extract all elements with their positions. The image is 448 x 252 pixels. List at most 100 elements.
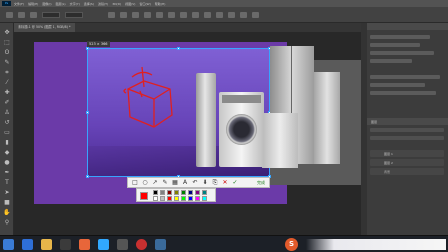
feather-input[interactable] — [42, 11, 60, 18]
color-swatch[interactable] — [195, 196, 200, 201]
property-row[interactable] — [370, 43, 420, 47]
lasso-tool-icon[interactable]: ʘ — [3, 49, 11, 56]
layer-row[interactable]: 背景 — [370, 168, 444, 175]
align-left-button[interactable] — [108, 11, 115, 18]
layer-row[interactable]: 图层 1 — [370, 150, 444, 157]
style-select[interactable] — [65, 11, 83, 18]
quick-select-tool-icon[interactable]: ✎ — [3, 59, 11, 66]
cancel-icon[interactable]: ✕ — [221, 179, 229, 187]
stamp-tool-icon[interactable]: ♙ — [3, 109, 11, 116]
property-row[interactable] — [370, 35, 430, 39]
menu-file[interactable]: 文件(F) — [14, 2, 24, 6]
properties-panel-header[interactable] — [367, 23, 448, 30]
arrow-icon[interactable]: ↗ — [151, 179, 159, 187]
resize-handle-nw[interactable] — [86, 47, 89, 50]
align-top-button[interactable] — [144, 11, 151, 18]
ellipse-icon[interactable]: ○ — [141, 179, 149, 187]
document-tab[interactable]: 未标题-1 @ 50% (图层 1, RGB/8) * — [14, 23, 75, 32]
3d-pan-button[interactable] — [240, 11, 247, 18]
color-swatch[interactable] — [188, 190, 193, 195]
distribute-v-button[interactable] — [204, 11, 211, 18]
terminal-icon[interactable] — [117, 239, 128, 250]
align-right-button[interactable] — [132, 11, 139, 18]
3d-scale-button[interactable] — [252, 11, 259, 18]
resize-handle-n[interactable] — [177, 47, 180, 50]
menu-image[interactable]: 图像(I) — [42, 2, 51, 6]
property-row[interactable] — [370, 51, 434, 55]
resize-handle-w[interactable] — [86, 111, 89, 114]
dodge-tool-icon[interactable]: ● — [3, 159, 11, 166]
color-swatch[interactable] — [174, 196, 179, 201]
healing-tool-icon[interactable]: ✚ — [3, 89, 11, 96]
layer-blend-row[interactable] — [370, 136, 444, 140]
browser-icon[interactable] — [136, 239, 147, 250]
property-row[interactable] — [370, 83, 425, 87]
selected-color-swatch[interactable] — [140, 192, 148, 200]
color-swatch[interactable] — [160, 190, 165, 195]
mail-icon[interactable] — [155, 239, 166, 250]
menu-select[interactable]: 选择(S) — [84, 2, 94, 6]
marquee-tool-icon[interactable]: ⬚ — [3, 39, 11, 46]
distribute-button[interactable] — [180, 11, 187, 18]
menu-layer[interactable]: 图层(L) — [56, 2, 66, 6]
menu-type[interactable]: 文字(Y) — [70, 2, 80, 6]
copy-icon[interactable]: ⎘ — [211, 179, 219, 187]
menu-filter[interactable]: 滤镜(T) — [98, 2, 108, 6]
zoom-tool-icon[interactable]: ⚲ — [3, 219, 11, 226]
color-swatch[interactable] — [153, 190, 158, 195]
color-swatch[interactable] — [160, 196, 165, 201]
menu-3d[interactable]: 3D(D) — [112, 2, 121, 6]
color-swatch[interactable] — [181, 196, 186, 201]
app-icon[interactable] — [79, 239, 90, 250]
mosaic-icon[interactable]: ▦ — [171, 179, 179, 187]
save-icon[interactable]: ⬇ — [201, 179, 209, 187]
media-player-icon[interactable] — [60, 239, 71, 250]
layer-row[interactable]: 图层 2 — [370, 159, 444, 166]
color-swatch[interactable] — [153, 196, 158, 201]
gradient-tool-icon[interactable]: ▮ — [3, 139, 11, 146]
property-row[interactable] — [370, 75, 440, 79]
align-center-button[interactable] — [120, 11, 127, 18]
eraser-tool-icon[interactable]: ▭ — [3, 129, 11, 136]
3d-orbit-button[interactable] — [228, 11, 235, 18]
color-swatch[interactable] — [181, 190, 186, 195]
text-icon[interactable]: A — [181, 179, 189, 187]
rectangle-icon[interactable]: □ — [131, 179, 139, 187]
hand-tool-icon[interactable]: ✋ — [3, 209, 11, 216]
tool-preset-button[interactable] — [6, 11, 13, 18]
photoshop-taskbar-icon[interactable] — [98, 239, 109, 250]
color-swatch[interactable] — [202, 196, 207, 201]
color-swatch[interactable] — [167, 196, 172, 201]
undo-icon[interactable]: ↶ — [191, 179, 199, 187]
layer-filter-row[interactable] — [370, 128, 444, 132]
pen-icon[interactable]: ✎ — [161, 179, 169, 187]
shape-tool-icon[interactable]: ■ — [3, 199, 11, 206]
menu-view[interactable]: 视图(V) — [125, 2, 135, 6]
property-row[interactable] — [370, 59, 412, 63]
move-tool-icon[interactable]: ✥ — [3, 29, 11, 36]
path-select-tool-icon[interactable]: ➤ — [3, 189, 11, 196]
ie-icon[interactable] — [22, 239, 33, 250]
history-brush-tool-icon[interactable]: ↺ — [3, 119, 11, 126]
type-tool-icon[interactable]: T — [3, 179, 11, 186]
resize-handle-sw[interactable] — [86, 175, 89, 178]
property-row[interactable] — [370, 91, 436, 95]
done-button[interactable]: 完成 — [255, 179, 267, 187]
start-button-icon[interactable] — [3, 239, 14, 250]
pen-tool-icon[interactable]: ✒ — [3, 169, 11, 176]
menu-help[interactable]: 帮助(H) — [155, 2, 166, 6]
add-selection-button[interactable] — [30, 11, 37, 18]
crop-tool-icon[interactable]: ⌗ — [3, 69, 11, 76]
sogou-input-icon[interactable]: S — [285, 238, 298, 251]
color-swatch[interactable] — [195, 190, 200, 195]
3d-mode-button[interactable] — [216, 11, 223, 18]
layers-panel-header[interactable]: 图层 — [367, 118, 448, 125]
align-middle-button[interactable] — [156, 11, 163, 18]
color-swatch[interactable] — [188, 196, 193, 201]
eyedropper-tool-icon[interactable]: ⁄ — [3, 79, 11, 86]
menu-edit[interactable]: 编辑(E) — [28, 2, 38, 6]
color-swatch[interactable] — [174, 190, 179, 195]
file-explorer-icon[interactable] — [41, 239, 52, 250]
distribute-h-button[interactable] — [192, 11, 199, 18]
check-icon[interactable]: ✓ — [231, 179, 239, 187]
